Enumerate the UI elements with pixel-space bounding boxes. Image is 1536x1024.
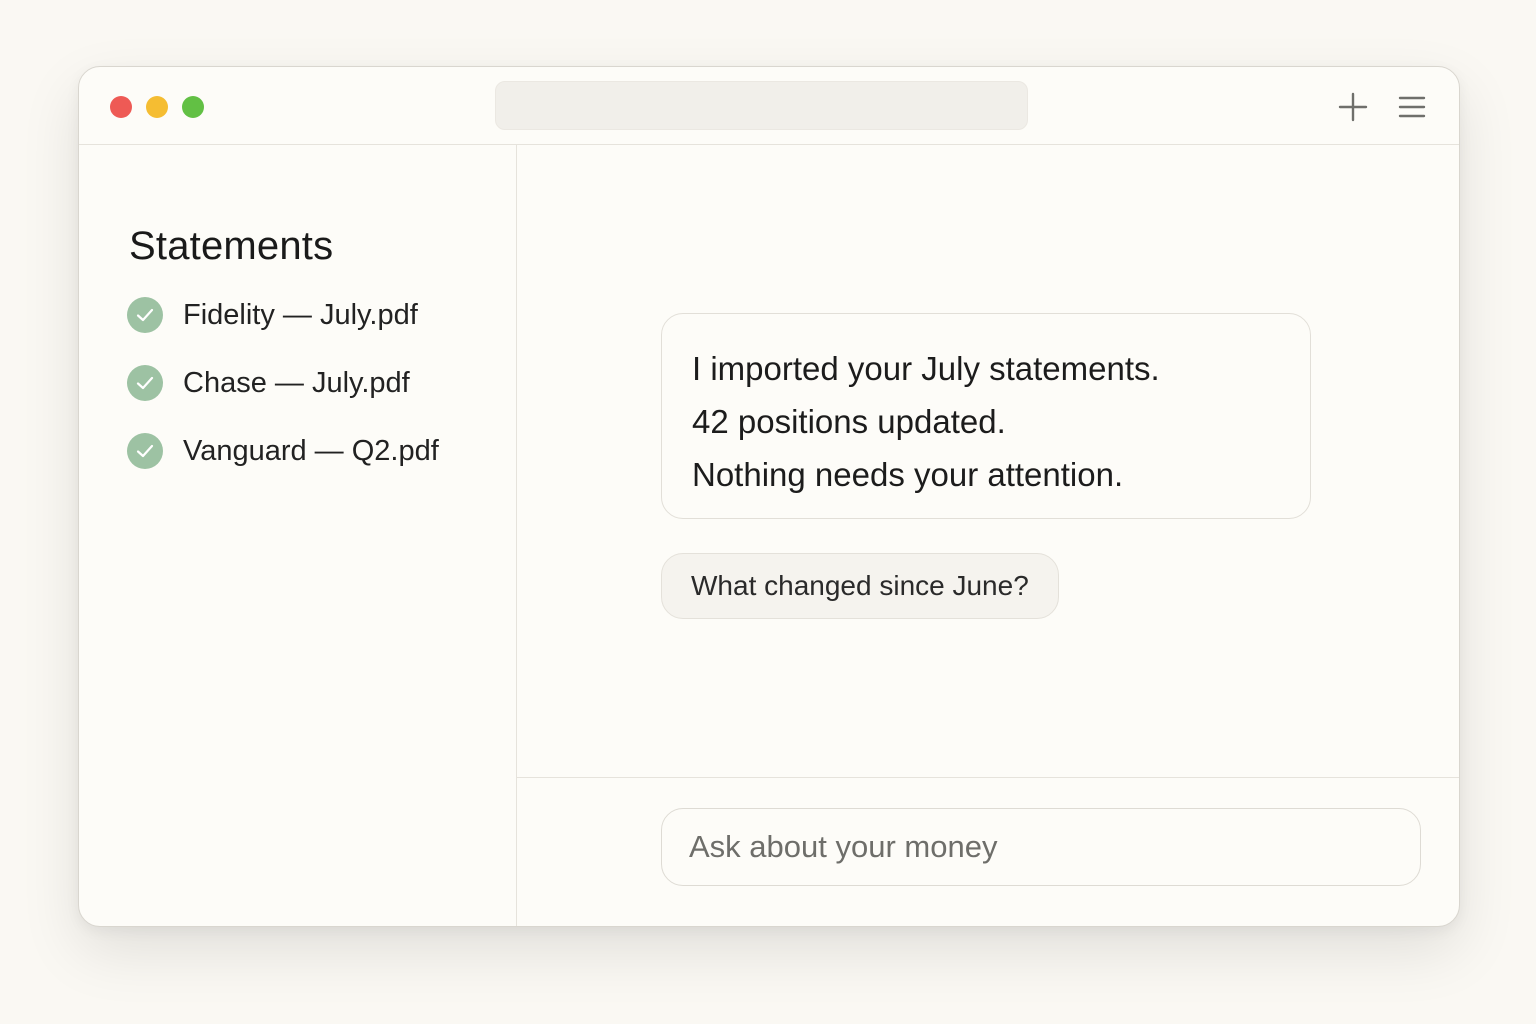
plus-icon — [1338, 92, 1368, 122]
statement-file-list: Fidelity — July.pdf Chase — July.pdf Van… — [127, 281, 439, 485]
minimize-window-button[interactable] — [146, 96, 168, 118]
assistant-message-bubble: I imported your July statements. 42 posi… — [661, 313, 1311, 519]
statement-file-name: Vanguard — Q2.pdf — [183, 434, 439, 467]
chat-input[interactable] — [661, 808, 1421, 886]
check-icon — [127, 297, 163, 333]
zoom-window-button[interactable] — [182, 96, 204, 118]
check-icon — [127, 433, 163, 469]
close-window-button[interactable] — [110, 96, 132, 118]
statement-item-fidelity[interactable]: Fidelity — July.pdf — [127, 281, 439, 349]
statement-item-vanguard[interactable]: Vanguard — Q2.pdf — [127, 417, 439, 485]
check-icon — [127, 365, 163, 401]
hamburger-menu-icon — [1398, 96, 1426, 118]
sidebar-title: Statements — [129, 224, 334, 269]
app-window: Statements Fidelity — July.pdf Chase — J… — [78, 66, 1460, 927]
statement-item-chase[interactable]: Chase — July.pdf — [127, 349, 439, 417]
statements-sidebar: Statements Fidelity — July.pdf Chase — J… — [79, 145, 517, 926]
address-bar[interactable] — [495, 81, 1028, 130]
assistant-message-line: 42 positions updated. — [692, 403, 1006, 440]
assistant-message-line: I imported your July statements. — [692, 350, 1160, 387]
statement-file-name: Chase — July.pdf — [183, 366, 410, 399]
title-bar — [79, 67, 1459, 145]
composer-area — [517, 777, 1459, 926]
statement-file-name: Fidelity — July.pdf — [183, 298, 418, 331]
chat-pane: I imported your July statements. 42 posi… — [517, 145, 1459, 926]
assistant-message-line: Nothing needs your attention. — [692, 456, 1124, 493]
new-chat-button[interactable] — [1337, 91, 1369, 123]
menu-button[interactable] — [1397, 92, 1427, 122]
suggestion-chip[interactable]: What changed since June? — [661, 553, 1059, 619]
